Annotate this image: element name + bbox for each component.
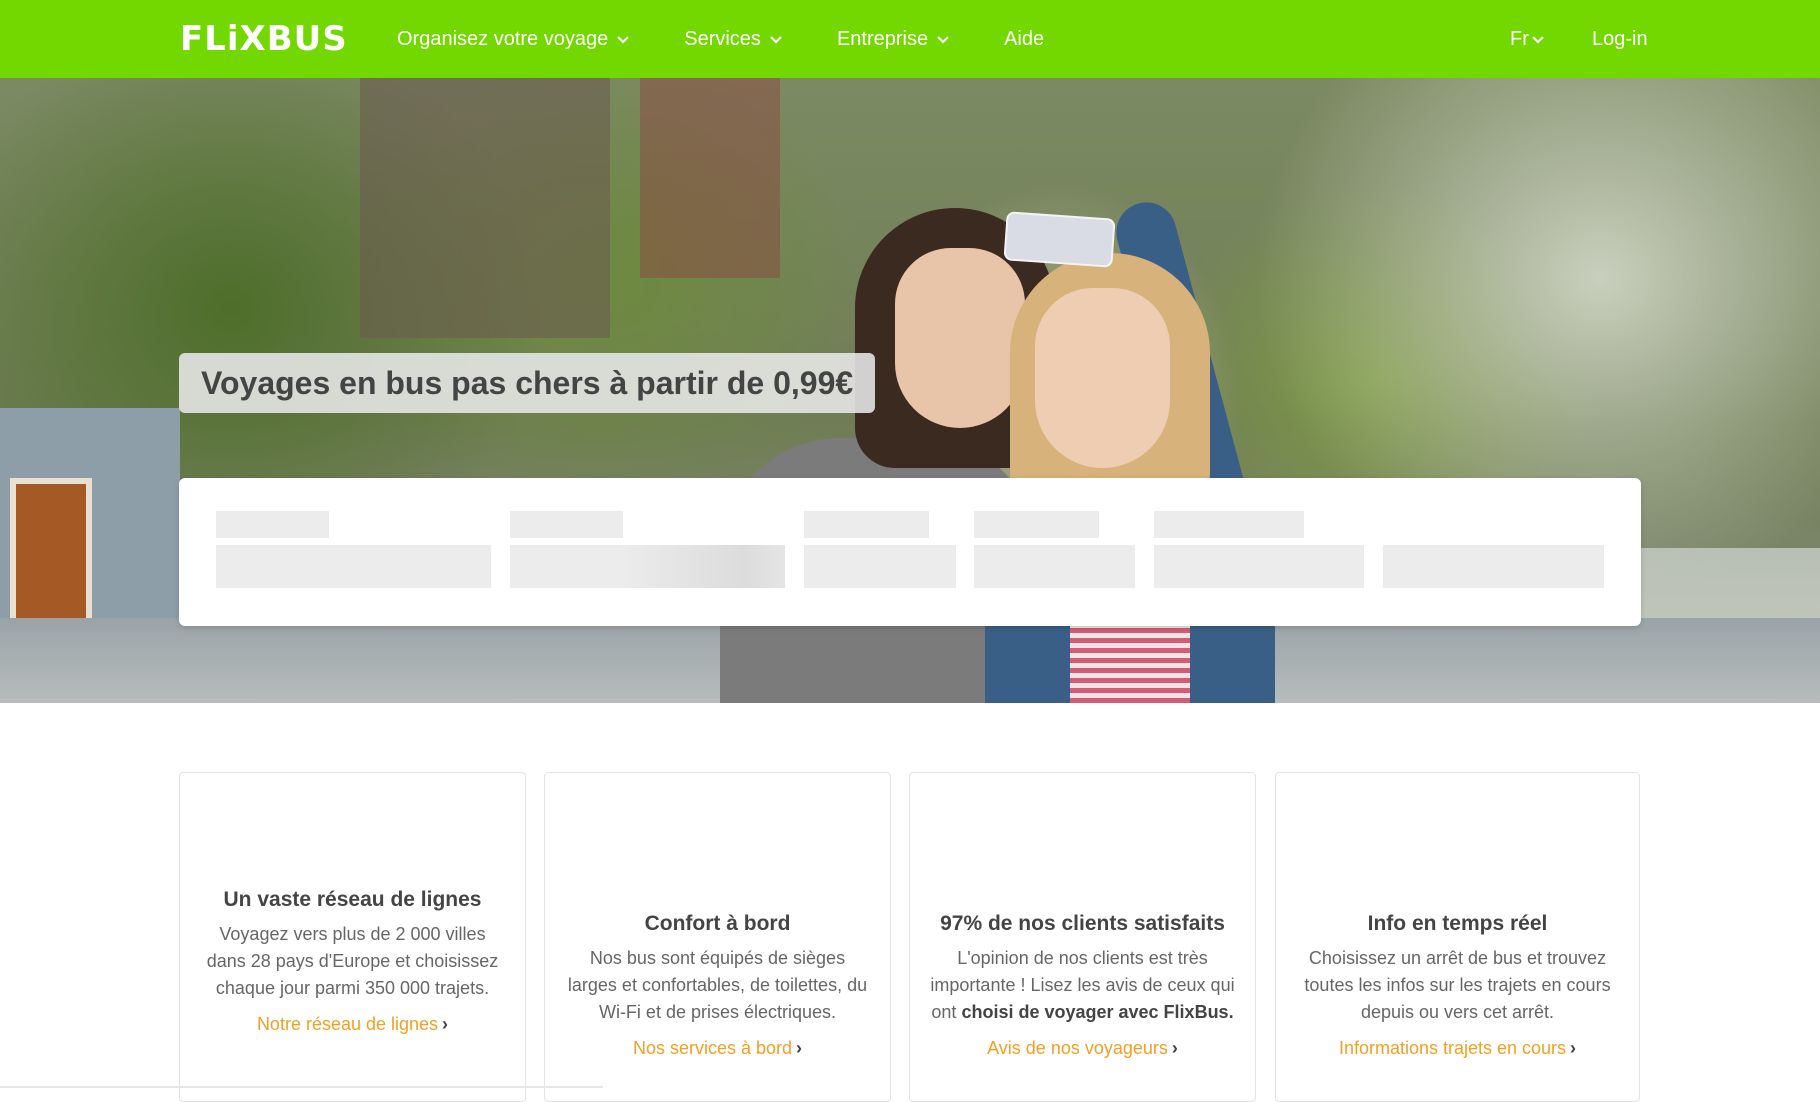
chevron-down-icon — [937, 36, 949, 44]
feature-card-realtime: Info en temps réel Choisissez un arrêt d… — [1275, 772, 1640, 1102]
skeleton-button — [1383, 545, 1604, 588]
skeleton-input — [804, 545, 956, 588]
menu-item-label: Services — [684, 27, 761, 50]
feature-link-label: Avis de nos voyageurs — [987, 1038, 1168, 1058]
skeleton-label — [510, 511, 623, 538]
chevron-right-icon: › — [442, 1014, 449, 1034]
language-label: Fr — [1510, 27, 1529, 50]
language-selector[interactable]: Fr — [1510, 0, 1545, 78]
feature-description: Choisissez un arrêt de bus et trouvez to… — [1304, 948, 1611, 1022]
menu-item-aide[interactable]: Aide — [1004, 0, 1044, 78]
feature-link-realtime[interactable]: Informations trajets en cours › — [1276, 1038, 1639, 1059]
feature-link-reviews[interactable]: Avis de nos voyageurs › — [910, 1038, 1255, 1059]
feature-description-bold: choisi de voyager avec FlixBus. — [961, 1002, 1234, 1022]
menu-item-entreprise[interactable]: Entreprise — [837, 0, 950, 78]
feature-description: Voyagez vers plus de 2 000 villes dans 2… — [206, 924, 499, 998]
menu-item-label: Aide — [1004, 27, 1045, 50]
top-navigation: FLiXBUS Organisez votre voyage Services … — [0, 0, 1820, 78]
feature-link-network[interactable]: Notre réseau de lignes › — [180, 1014, 525, 1035]
flixbus-logo[interactable]: FLiXBUS — [180, 22, 348, 56]
feature-title: Un vaste réseau de lignes — [223, 888, 482, 911]
hero-person — [1070, 618, 1190, 703]
chevron-right-icon: › — [1570, 1038, 1577, 1058]
feature-title: Info en temps réel — [1367, 912, 1548, 935]
hero-phone — [1003, 211, 1116, 268]
chevron-right-icon: › — [796, 1038, 803, 1058]
skeleton-input — [216, 545, 491, 588]
menu-item-services[interactable]: Services — [684, 0, 783, 78]
feature-card-comfort: Confort à bord Nos bus sont équipés de s… — [544, 772, 891, 1102]
feature-link-label: Informations trajets en cours — [1338, 1038, 1567, 1058]
chevron-down-icon — [1532, 36, 1544, 44]
chevron-down-icon — [770, 36, 782, 44]
feature-card-network: Un vaste réseau de lignes Voyagez vers p… — [179, 772, 526, 1102]
skeleton-label — [804, 511, 929, 538]
feature-link-label: Nos services à bord — [632, 1038, 793, 1058]
skeleton-input — [510, 545, 785, 588]
feature-description: L'opinion de nos clients est très import… — [928, 945, 1237, 1026]
hero-background-building — [360, 78, 610, 338]
skeleton-label — [1154, 511, 1304, 538]
hero-person — [895, 248, 1025, 428]
chevron-right-icon: › — [1171, 1038, 1178, 1058]
login-link[interactable]: Log-in — [1592, 0, 1648, 78]
feature-link-services[interactable]: Nos services à bord › — [545, 1038, 890, 1059]
skeleton-input — [1154, 545, 1364, 588]
feature-description: Nos bus sont équipés de sièges larges et… — [567, 948, 868, 1022]
search-form-loading — [179, 478, 1641, 626]
skeleton-input — [974, 545, 1135, 588]
skeleton-label — [216, 511, 329, 538]
menu-item-label: Entreprise — [836, 27, 929, 50]
chevron-down-icon — [617, 36, 630, 44]
skeleton-label — [974, 511, 1099, 538]
hero-background-window — [10, 478, 92, 630]
cookie-banner-edge — [0, 1086, 603, 1088]
hero-title: Voyages en bus pas chers à partir de 0,9… — [179, 353, 876, 413]
main-menu: Organisez votre voyage Services Entrepri… — [397, 0, 1098, 78]
hero-person — [1035, 288, 1170, 468]
menu-item-label: Organisez votre voyage — [397, 27, 609, 50]
feature-link-label: Notre réseau de lignes — [256, 1014, 439, 1034]
feature-title: 97% de nos clients satisfaits — [940, 912, 1225, 935]
hero-background-building — [640, 78, 780, 278]
menu-item-organisez[interactable]: Organisez votre voyage — [397, 0, 630, 78]
feature-title: Confort à bord — [644, 912, 791, 935]
feature-card-satisfaction: 97% de nos clients satisfaits L'opinion … — [909, 772, 1256, 1102]
